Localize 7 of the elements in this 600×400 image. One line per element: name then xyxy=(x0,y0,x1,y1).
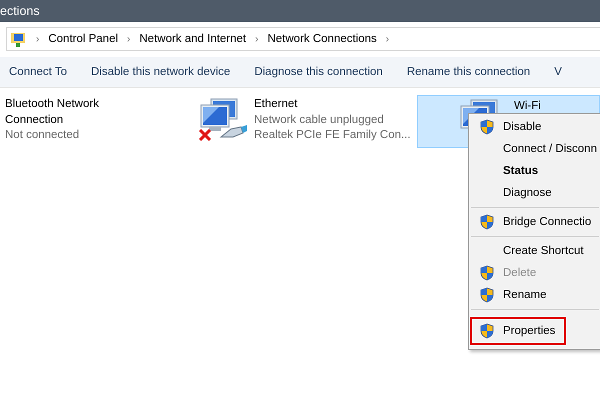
window-title: ections xyxy=(0,0,600,22)
connection-name: Wi-Fi xyxy=(514,99,541,114)
connection-status: Not connected xyxy=(5,128,80,143)
connection-status: Realtek PCIe FE Family Con... xyxy=(254,128,411,143)
connection-status: Network cable unplugged xyxy=(254,112,385,128)
connection-name: Ethernet xyxy=(254,97,298,112)
connection-name: Bluetooth Network Connection xyxy=(5,97,100,128)
